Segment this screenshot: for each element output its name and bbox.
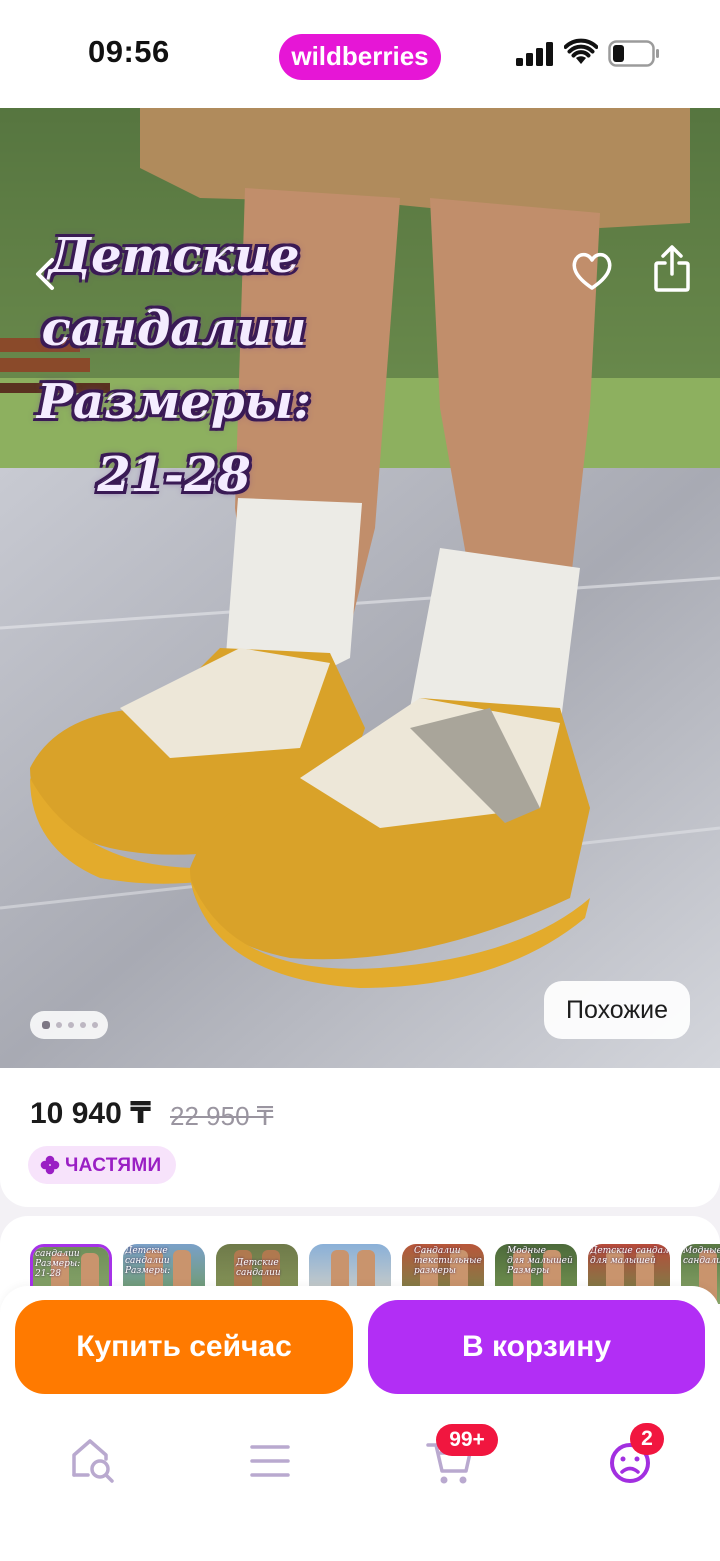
favorite-heart-icon[interactable] [570, 250, 614, 292]
thumbnail-caption: Модные сандалии [683, 1246, 720, 1266]
pagination-dot [68, 1022, 74, 1028]
product-page: 09:56 wildberries Детские сандалии Разме… [0, 0, 720, 1561]
caption-line: Детские [48, 228, 300, 284]
battery-icon [608, 40, 659, 67]
caption-line: Размеры: [36, 374, 312, 430]
installments-label: ЧАСТЯМИ [65, 1155, 162, 1176]
add-to-cart-button[interactable]: В корзину [368, 1300, 705, 1394]
bottom-navigation: 99+ 2 [0, 1411, 720, 1561]
share-icon[interactable] [652, 244, 692, 294]
pagination-dot [80, 1022, 86, 1028]
thumbnail-caption: Детские сандалии Размеры: [125, 1246, 171, 1276]
purchase-action-bar: Купить сейчас В корзину [0, 1286, 720, 1411]
pagination-dot [92, 1022, 98, 1028]
thumbnail-caption: Детские сандалии [236, 1258, 281, 1278]
buy-now-button[interactable]: Купить сейчас [15, 1300, 353, 1394]
price-card: 10 940 ₸ 22 950 ₸ ЧАСТЯМИ [0, 1068, 720, 1207]
cellular-signal-icon [516, 42, 554, 66]
clover-icon [40, 1155, 60, 1175]
status-bar: 09:56 wildberries [0, 0, 720, 108]
thumbnail-caption: сандалии Размеры: 21-28 [35, 1249, 81, 1279]
profile-notification-badge: 2 [630, 1423, 664, 1455]
thumbnail-caption: Сандалии текстильные размеры [414, 1246, 482, 1276]
cart-count-badge: 99+ [436, 1424, 498, 1456]
home-search-icon[interactable] [62, 1431, 122, 1491]
pagination-dot-active [42, 1021, 50, 1029]
catalog-menu-icon[interactable] [240, 1431, 300, 1491]
back-icon[interactable] [32, 256, 58, 292]
thumbnail-caption: Модные для малышей Размеры [507, 1246, 573, 1276]
caption-line: 21-28 [97, 447, 251, 503]
pagination-dot [56, 1022, 62, 1028]
wifi-icon [564, 38, 598, 64]
thumbnail-caption: Детские сандалии для малышей [590, 1246, 670, 1266]
installments-badge[interactable]: ЧАСТЯМИ [28, 1146, 176, 1184]
current-price: 10 940 ₸ [30, 1097, 151, 1130]
caption-line: сандалии [41, 301, 307, 357]
similar-button[interactable]: Похожие [544, 981, 690, 1039]
product-image-gallery[interactable]: Детские сандалии Размеры: 21-28 [0, 108, 720, 1068]
old-price: 22 950 ₸ [170, 1101, 274, 1131]
status-time: 09:56 [88, 34, 170, 69]
image-caption: Детские сандалии Размеры: 21-28 [14, 220, 334, 512]
image-pagination-dots [30, 1011, 108, 1039]
brand-logo: wildberries [279, 34, 441, 80]
